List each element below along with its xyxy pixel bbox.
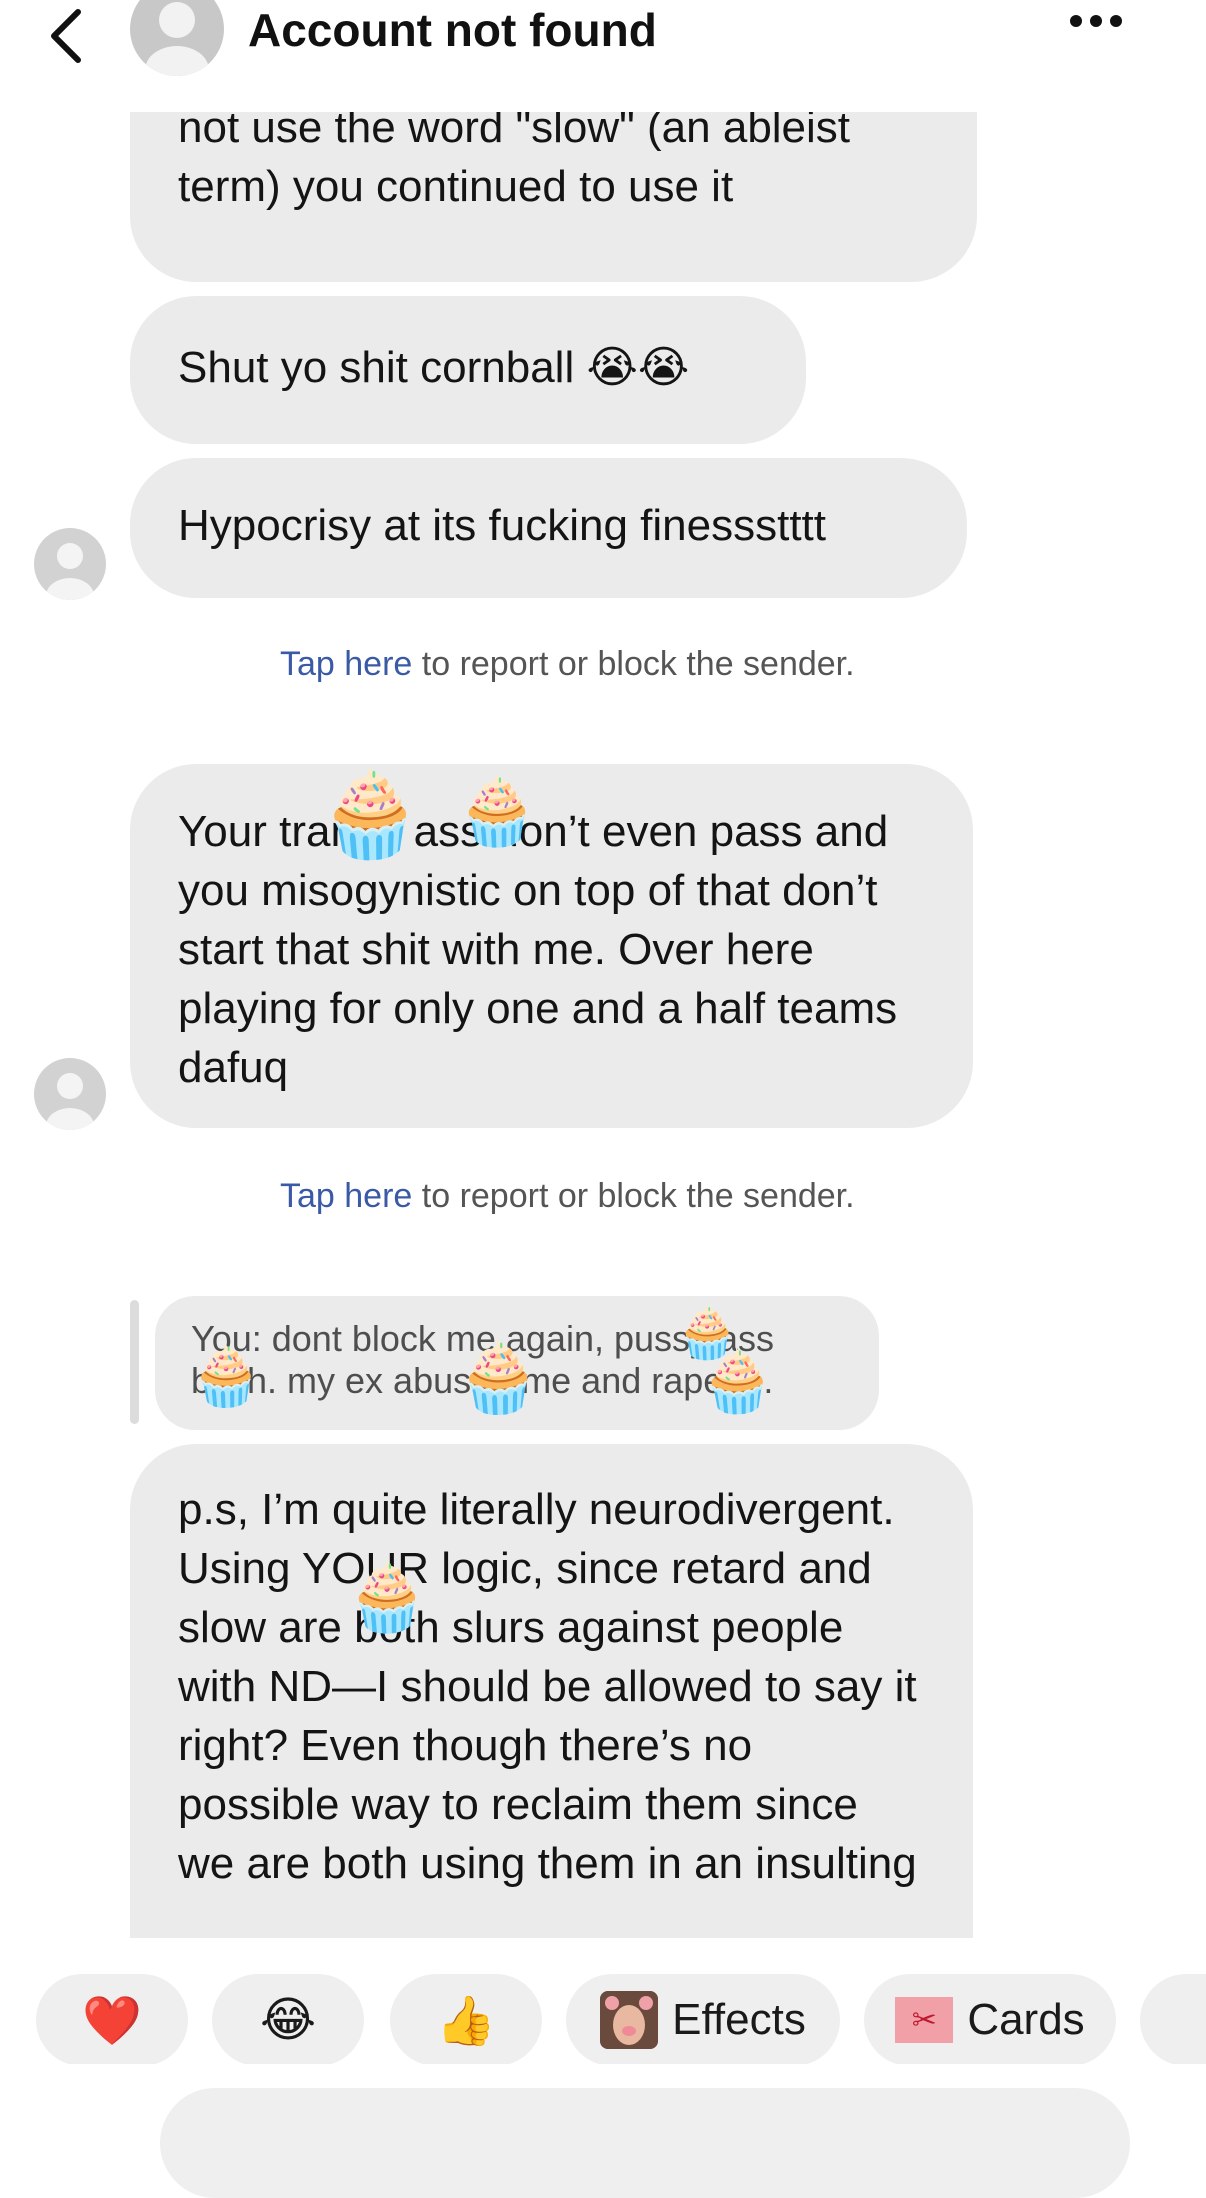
laugh-reaction-button[interactable]: 😂 [212, 1974, 364, 2064]
cupcake-emoji-overlay: 🧁 [456, 1340, 541, 1416]
cupcake-emoji-overlay: 🧁 [318, 767, 423, 861]
message-text: Hypocrisy at its fucking finessstttt [178, 501, 826, 550]
message-bubble[interactable]: Shut yo shit cornball 😭😭 [130, 296, 806, 444]
effects-label: Effects [672, 1995, 806, 2044]
laughing-emoji-icon: 😂 [259, 1994, 317, 2047]
back-button[interactable] [40, 6, 100, 66]
effects-button[interactable]: Effects [566, 1974, 840, 2064]
cupcake-emoji-overlay: 🧁 [346, 1560, 429, 1634]
reply-indicator-bar [130, 1300, 139, 1424]
conversation-title[interactable]: Account not found [248, 2, 657, 58]
chevron-left-icon [51, 9, 81, 63]
cards-button[interactable]: ✂ Cards [864, 1974, 1116, 2064]
cards-label: Cards [967, 1995, 1085, 2044]
ellipsis-dot [1110, 15, 1122, 27]
heart-reaction-button[interactable]: ❤️ [36, 1974, 188, 2064]
cupcake-emoji-overlay: 🧁 [190, 1344, 263, 1409]
message-text: Shut yo shit cornball 😭😭 [178, 343, 690, 392]
message-bubble[interactable]: Your tranny ass don’t even pass and you … [130, 764, 973, 1128]
thumbs-up-icon: 👍 [436, 1994, 496, 2048]
heart-icon: ❤️ [82, 1994, 142, 2048]
tap-here-link[interactable]: Tap here [280, 1177, 412, 1215]
message-bubble[interactable]: not use the word "slow" (an ableist term… [130, 112, 977, 282]
message-composer[interactable] [160, 2088, 1130, 2198]
effects-thumbnail-icon [600, 1991, 659, 2049]
effects-face-graphic [600, 1991, 659, 2049]
quick-reaction-bar: ❤️ 😂 👍 Effects ✂ Cards [0, 1954, 1206, 2064]
ellipsis-dot [1090, 15, 1102, 27]
cards-thumbnail-icon: ✂ [895, 1997, 954, 2043]
conversation-header: Account not found [0, 0, 1206, 112]
thumbs-up-reaction-button[interactable]: 👍 [390, 1974, 542, 2064]
report-notice: Tap here to report or block the sender. [280, 1176, 855, 1216]
message-bubble[interactable]: Hypocrisy at its fucking finessstttt [130, 458, 967, 598]
ellipsis-icon [1070, 15, 1082, 27]
message-text: p.s, I’m quite literally neurodivergent.… [178, 1485, 917, 1888]
message-thread[interactable]: not use the word "slow" (an ableist term… [0, 112, 1206, 1938]
sender-avatar[interactable] [34, 1058, 106, 1130]
message-text: Your tranny ass don’t even pass and you … [178, 807, 898, 1092]
sender-avatar[interactable] [34, 528, 106, 600]
default-avatar-icon [46, 1073, 94, 1130]
tap-here-link[interactable]: Tap here [280, 645, 412, 683]
report-notice-text: to report or block the sender. [412, 645, 855, 683]
avatar[interactable] [130, 0, 224, 76]
report-notice-text: to report or block the sender. [412, 1177, 855, 1215]
default-avatar-icon [46, 543, 94, 600]
message-bubble[interactable]: p.s, I’m quite literally neurodivergent.… [130, 1444, 973, 1938]
more-options-button[interactable] [1070, 14, 1134, 46]
cupcake-emoji-overlay: 🧁 [700, 1348, 775, 1415]
default-avatar-icon [145, 2, 209, 76]
cupcake-emoji-overlay: 🧁 [456, 774, 539, 848]
message-text: not use the word "slow" (an ableist term… [178, 112, 851, 211]
report-notice: Tap here to report or block the sender. [280, 644, 855, 684]
more-reactions-button[interactable] [1140, 1974, 1206, 2064]
